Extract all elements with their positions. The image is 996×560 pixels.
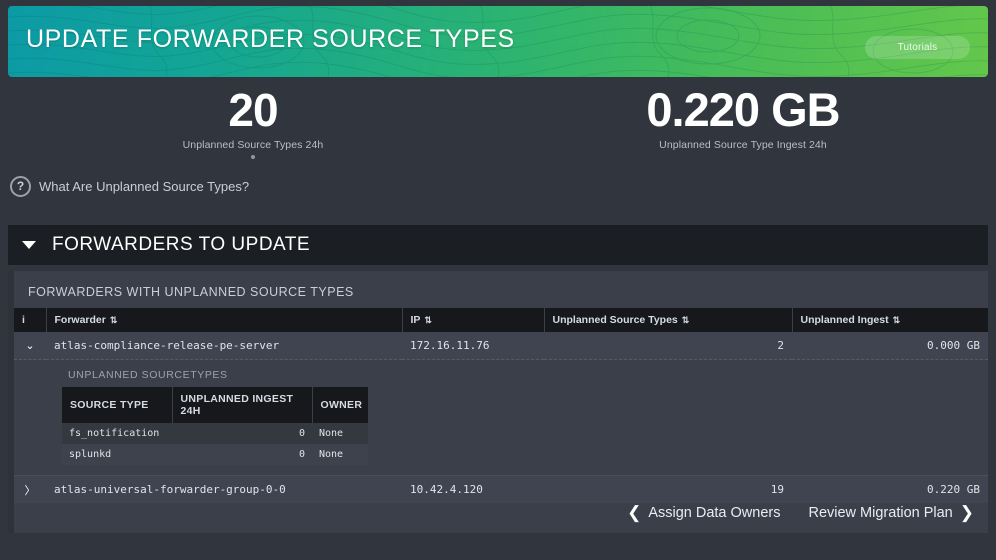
subtable-body: fs_notification 0 None splunkd 0 None bbox=[62, 423, 368, 465]
row-expand-toggle[interactable]: ⌄ bbox=[14, 332, 46, 360]
cell-unplanned-ingest: 0.000 GB bbox=[792, 332, 988, 360]
caret-down-icon bbox=[22, 241, 36, 249]
table-header: i Forwarder ⇅ IP ⇅ Unplanned Source Types ⇅… bbox=[14, 308, 988, 332]
prev-page-link[interactable]: ❮ Assign Data Owners bbox=[627, 504, 780, 521]
chevron-left-icon: ❮ bbox=[627, 503, 642, 522]
metric-trend-dot-icon bbox=[251, 155, 255, 159]
tutorials-button[interactable]: Tutorials bbox=[865, 36, 970, 59]
forwarders-table: i Forwarder ⇅ IP ⇅ Unplanned Source Types ⇅… bbox=[14, 308, 988, 503]
question-mark-icon: ? bbox=[10, 176, 31, 197]
metrics-row: 20 Unplanned Source Types 24h 0.220 GB U… bbox=[8, 84, 988, 164]
help-link-label: What Are Unplanned Source Types? bbox=[39, 179, 250, 194]
column-label: Unplanned Source Types bbox=[552, 314, 678, 326]
cell-ip: 172.16.11.76 bbox=[402, 332, 544, 360]
table-row-detail: UNPLANNED SOURCETYPES SOURCE TYPE UNPLAN… bbox=[14, 359, 988, 476]
sort-icon[interactable]: ⇅ bbox=[682, 315, 690, 326]
column-label: IP bbox=[410, 314, 421, 326]
metric-label: Unplanned Source Type Ingest 24h bbox=[659, 139, 827, 151]
subtable-header: SOURCE TYPE UNPLANNED INGEST 24H OWNER bbox=[62, 387, 368, 423]
panel-title: FORWARDERS WITH UNPLANNED SOURCE TYPES bbox=[28, 285, 354, 299]
column-header-unplanned-source-types[interactable]: Unplanned Source Types ⇅ bbox=[544, 308, 793, 332]
table-header-row: i Forwarder ⇅ IP ⇅ Unplanned Source Types ⇅… bbox=[14, 308, 988, 332]
cell-forwarder: atlas-compliance-release-pe-server bbox=[46, 332, 402, 360]
table-row[interactable]: ⌄ atlas-compliance-release-pe-server 172… bbox=[14, 332, 988, 360]
help-link[interactable]: ? What Are Unplanned Source Types? bbox=[10, 176, 249, 197]
column-header-owner[interactable]: OWNER bbox=[312, 387, 368, 423]
cell-unplanned-source-types: 19 bbox=[544, 475, 792, 503]
cell-unplanned-ingest: 0.220 GB bbox=[792, 475, 988, 503]
section-title: FORWARDERS TO UPDATE bbox=[52, 234, 311, 255]
next-page-label: Review Migration Plan bbox=[808, 504, 953, 521]
table-row[interactable]: 〉 atlas-universal-forwarder-group-0-0 10… bbox=[14, 475, 988, 503]
footer-navigation: ❮ Assign Data Owners Review Migration Pl… bbox=[627, 504, 974, 521]
metric-unplanned-ingest: 0.220 GB Unplanned Source Type Ingest 24… bbox=[498, 84, 988, 164]
section-header-forwarders-to-update[interactable]: FORWARDERS TO UPDATE bbox=[8, 225, 988, 265]
dashboard-root: UPDATE FORWARDER SOURCE TYPES Tutorials … bbox=[0, 0, 996, 560]
cell-unplanned-ingest-24h: 0 bbox=[172, 423, 312, 444]
cell-unplanned-ingest-24h: 0 bbox=[172, 444, 312, 465]
column-label: Unplanned Ingest bbox=[800, 314, 889, 326]
row-expand-toggle[interactable]: 〉 bbox=[14, 475, 46, 503]
table-body: ⌄ atlas-compliance-release-pe-server 172… bbox=[14, 332, 988, 503]
cell-owner: None bbox=[312, 444, 368, 465]
column-header-source-type[interactable]: SOURCE TYPE bbox=[62, 387, 173, 423]
unplanned-sourcetypes-table: SOURCE TYPE UNPLANNED INGEST 24H OWNER f… bbox=[62, 387, 368, 465]
cell-source-type: fs_notification bbox=[62, 423, 172, 444]
column-header-unplanned-ingest-24h[interactable]: UNPLANNED INGEST 24H bbox=[172, 387, 313, 423]
subtable-header-row: SOURCE TYPE UNPLANNED INGEST 24H OWNER bbox=[62, 387, 368, 423]
cell-forwarder: atlas-universal-forwarder-group-0-0 bbox=[46, 475, 402, 503]
column-header-info[interactable]: i bbox=[14, 308, 47, 332]
metric-label: Unplanned Source Types 24h bbox=[182, 139, 324, 151]
sort-icon[interactable]: ⇅ bbox=[424, 315, 432, 326]
column-label: Forwarder bbox=[54, 314, 106, 326]
cell-owner: None bbox=[312, 423, 368, 444]
cell-source-type: splunkd bbox=[62, 444, 172, 465]
subtable-row[interactable]: fs_notification 0 None bbox=[62, 423, 368, 444]
cell-unplanned-source-types: 2 bbox=[544, 332, 792, 360]
subtable-row[interactable]: splunkd 0 None bbox=[62, 444, 368, 465]
column-header-forwarder[interactable]: Forwarder ⇅ bbox=[46, 308, 403, 332]
forwarders-panel: FORWARDERS WITH UNPLANNED SOURCE TYPES i… bbox=[8, 271, 988, 533]
prev-page-label: Assign Data Owners bbox=[648, 504, 781, 521]
metric-value: 0.220 GB bbox=[646, 83, 840, 136]
page-banner: UPDATE FORWARDER SOURCE TYPES Tutorials bbox=[8, 6, 988, 77]
detail-container: UNPLANNED SOURCETYPES SOURCE TYPE UNPLAN… bbox=[14, 359, 988, 476]
metric-unplanned-source-types: 20 Unplanned Source Types 24h bbox=[8, 84, 498, 164]
sort-icon[interactable]: ⇅ bbox=[110, 315, 118, 326]
cell-ip: 10.42.4.120 bbox=[402, 475, 544, 503]
detail-title: UNPLANNED SOURCETYPES bbox=[68, 369, 228, 381]
page-title: UPDATE FORWARDER SOURCE TYPES bbox=[26, 25, 515, 53]
column-header-ip[interactable]: IP ⇅ bbox=[402, 308, 545, 332]
chevron-right-icon: ❯ bbox=[959, 503, 974, 522]
metric-value: 20 bbox=[228, 84, 278, 136]
next-page-link[interactable]: Review Migration Plan ❯ bbox=[808, 504, 974, 521]
column-header-unplanned-ingest[interactable]: Unplanned Ingest ⇅ bbox=[792, 308, 988, 332]
sort-icon[interactable]: ⇅ bbox=[893, 315, 901, 326]
